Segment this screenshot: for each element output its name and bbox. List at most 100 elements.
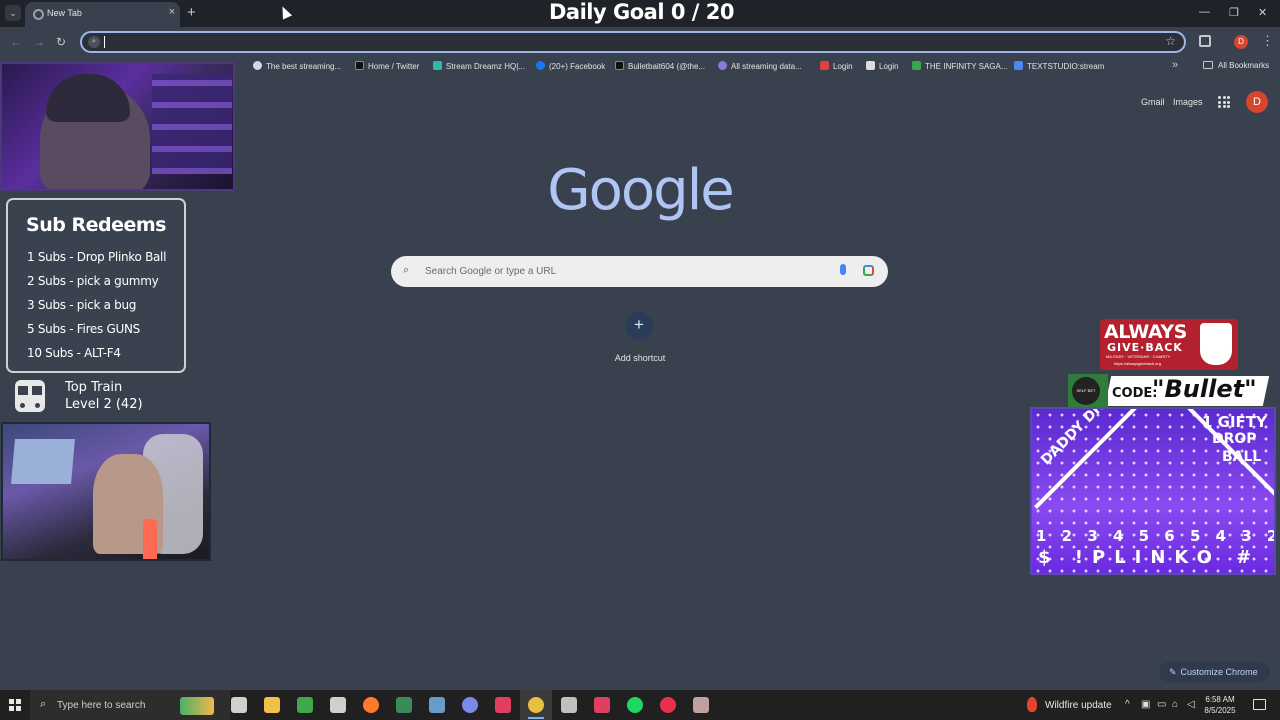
bookmark-item[interactable]: The best streaming... [253,61,341,71]
customize-chrome-button[interactable]: ✎ Customize Chrome [1159,662,1270,682]
bookmark-item[interactable]: TEXTSTUDIO:stream [1014,61,1104,71]
bookmark-item[interactable]: THE INFINITY SAGA... [912,61,1008,71]
back-button[interactable]: ← [10,35,22,49]
top-train-title: Top Train [65,380,123,395]
discord-icon[interactable] [462,697,478,713]
top-train-level: Level 2 (42) [65,397,143,412]
forward-button[interactable]: → [33,35,45,49]
address-bar[interactable]: ⌕ ☆ [80,31,1186,53]
extensions-icon[interactable] [1199,35,1211,47]
google-apps-icon[interactable] [1218,96,1230,108]
plinko-board-overlay: DADDY DRAGON 1 GIFTY DROP BALL 1 2 3 4 5… [1030,407,1276,575]
plinko-slots: 1 2 3 4 5 6 5 4 3 2 1 [1036,527,1274,545]
file-explorer-icon[interactable] [264,697,280,713]
account-avatar[interactable]: D [1246,91,1268,113]
bookmark-item[interactable]: Login [866,61,899,71]
tab-strip: ⌄ New Tab × + Daily Goal 0 / 20 — ❐ ✕ [0,0,1280,27]
pin-icon[interactable] [495,697,511,713]
windows-start-icon[interactable] [9,699,21,711]
firefox-icon[interactable] [363,697,379,713]
chrome-icon [33,9,44,20]
shield-icon [1200,323,1232,365]
opera-icon[interactable] [660,697,676,713]
code-label: CODE: [1112,386,1158,401]
tray-app-icon[interactable]: ▣ [1141,699,1150,710]
windows-taskbar: ⌕ Type here to search Wildfire update ^ … [0,690,1280,720]
maps-icon[interactable] [594,697,610,713]
bookmark-item[interactable]: Login [820,61,853,71]
google-drive-icon [912,61,921,70]
google-search-box[interactable]: ⌕ Search Google or type a URL [391,256,888,287]
tab-title: New Tab [47,8,82,18]
cat-app-icon[interactable] [693,697,709,713]
add-shortcut-label[interactable]: Add shortcut [604,353,676,363]
task-view-icon[interactable] [231,697,247,713]
images-link[interactable]: Images [1173,97,1203,107]
plinko-drop-text: DROP [1212,431,1257,447]
bookmark-star-icon[interactable]: ☆ [1165,34,1176,48]
bookmark-item[interactable]: Home / Twitter [355,61,419,71]
xbox-icon[interactable] [297,697,313,713]
bookmark-item[interactable]: All streaming data... [718,61,802,71]
weather-widget[interactable]: Wildfire update [1045,700,1112,711]
network-icon[interactable]: ⌂ [1172,699,1178,710]
sponsor-code-banner: SELF BET CODE: "Bullet" [1068,374,1270,408]
bookmark-favicon-icon [1014,61,1023,70]
steam-icon[interactable] [429,697,445,713]
search-placeholder: Search Google or type a URL [425,266,557,277]
redeem-item: 5 Subs - Fires GUNS [27,322,140,336]
new-tab-button[interactable]: + [187,4,196,21]
taskbar-search-placeholder: Type here to search [57,700,146,711]
voice-search-icon[interactable] [840,264,846,275]
obs-icon[interactable] [330,697,346,713]
plinko-title: $ !PLINKO # [1038,547,1261,568]
wildfire-alert-icon[interactable] [1027,697,1037,712]
bookmark-item[interactable]: Bulletbait604 (@the... [615,61,705,71]
tab-search-button[interactable]: ⌄ [5,5,21,21]
tab-new-tab[interactable]: New Tab × [25,2,180,27]
code-value: "Bullet" [1152,375,1257,403]
minimize-button[interactable]: — [1199,6,1210,18]
volume-icon[interactable]: ◁ [1187,699,1195,710]
chrome-menu-icon[interactable]: ⋮ [1261,33,1274,49]
folder-icon [1203,61,1213,69]
google-lens-icon[interactable] [863,265,874,276]
restore-button[interactable]: ❐ [1229,6,1239,19]
tray-overflow-icon[interactable]: ^ [1125,699,1130,710]
excel-icon[interactable] [396,697,412,713]
redeem-item: 1 Subs - Drop Plinko Ball [27,250,167,264]
battery-icon[interactable]: ▭ [1157,699,1166,710]
bookmark-item[interactable]: Stream Dreamz HQ|... [433,61,525,71]
search-icon: ⌕ [88,36,100,48]
daily-goal-overlay: Daily Goal 0 / 20 [549,0,734,24]
add-shortcut-button[interactable]: + [625,312,653,340]
taskbar-search[interactable]: ⌕ Type here to search [30,690,230,720]
gmail-link[interactable]: Gmail [1141,97,1165,107]
system-clock[interactable]: 6:58 AM 8/5/2025 [1200,694,1240,716]
bookmark-item[interactable]: (20+) Facebook [536,61,605,71]
notifications-icon[interactable] [1253,699,1266,710]
more-bookmarks-icon[interactable]: » [1172,59,1178,71]
reload-button[interactable]: ↻ [56,35,66,49]
tiktok-icon [615,61,624,70]
plinko-gifty-text: 1 GIFTY [1202,413,1267,431]
app-icon[interactable] [561,697,577,713]
close-window-button[interactable]: ✕ [1258,6,1267,19]
all-bookmarks-button[interactable]: All Bookmarks [1203,61,1269,70]
search-icon: ⌕ [40,698,47,710]
bookmark-favicon-icon [866,61,875,70]
text-caret [104,36,105,48]
spotify-icon[interactable] [627,697,643,713]
webcam-overlay-main [0,62,235,191]
search-icon: ⌕ [403,264,410,276]
x-twitter-icon [355,61,364,70]
profile-button[interactable]: D [1234,35,1248,49]
tab-close-icon[interactable]: × [169,6,175,18]
search-highlight-icon [180,697,214,715]
google-logo: Google [547,158,734,223]
bookmark-favicon-icon [253,61,262,70]
bookmark-favicon-icon [820,61,829,70]
mouse-cursor-icon [277,4,293,20]
bookmark-favicon-icon [433,61,442,70]
chrome-icon[interactable] [528,697,544,713]
